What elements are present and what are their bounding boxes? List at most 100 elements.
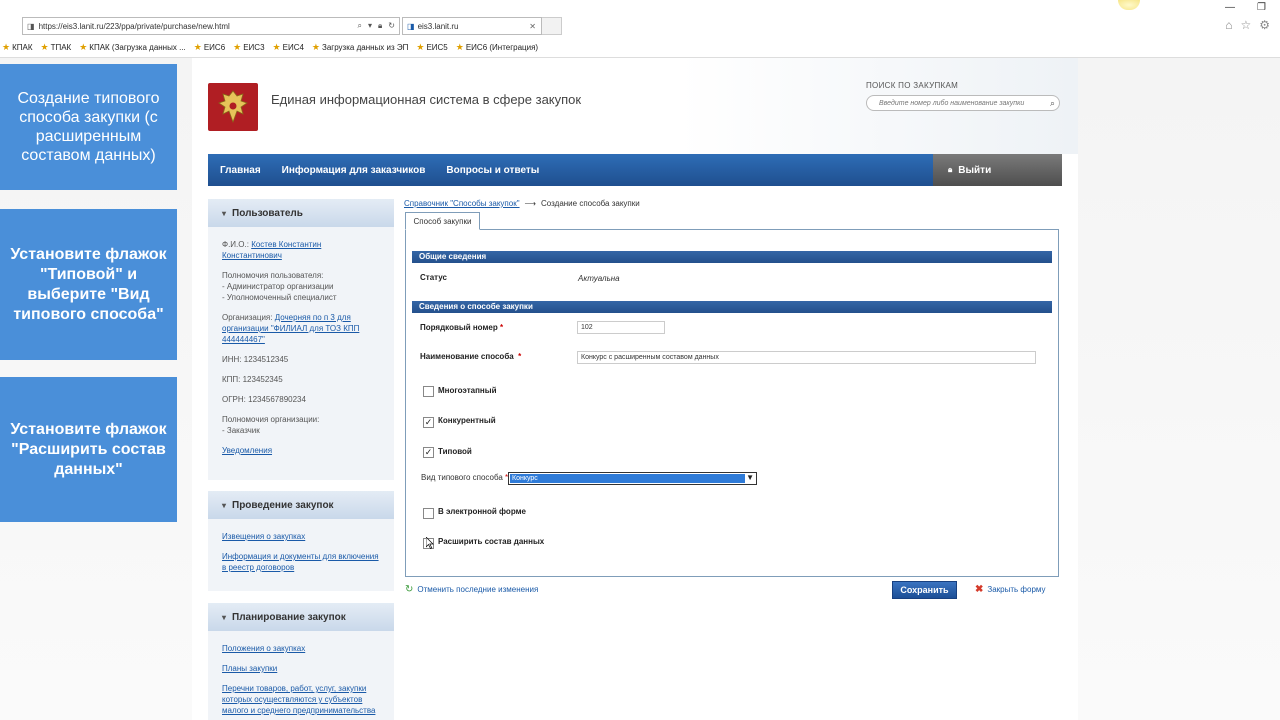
save-button[interactable]: Сохранить bbox=[892, 581, 957, 599]
lock-icon[interactable]: ▾ bbox=[368, 21, 372, 31]
electronic-label: В электронной форме bbox=[438, 507, 526, 516]
sidebar-planning-header[interactable]: ▾ Планирование закупок bbox=[208, 603, 394, 631]
favorite-icon: ★ bbox=[193, 41, 202, 52]
favorite-icon: ★ bbox=[455, 41, 464, 52]
close-form-label: Закрыть форму bbox=[987, 585, 1046, 594]
electronic-checkbox[interactable] bbox=[423, 508, 434, 519]
extend-label: Расширить состав данных bbox=[438, 537, 545, 546]
type-select[interactable]: Конкурс ▼ bbox=[508, 472, 757, 485]
section-general: Общие сведения bbox=[412, 251, 1052, 263]
status-value: Актуальна bbox=[578, 274, 620, 283]
logout-button[interactable]: 🔒︎ Выйти bbox=[933, 154, 1062, 186]
mouse-cursor-icon bbox=[426, 537, 434, 549]
favorite-icon: ★ bbox=[416, 41, 425, 52]
typical-label: Типовой bbox=[438, 447, 472, 456]
undo-link[interactable]: ↻ Отменить последние изменения bbox=[405, 584, 538, 595]
minimize-icon[interactable]: — bbox=[1225, 2, 1235, 13]
favorite-label: ТПАК bbox=[50, 42, 72, 52]
site-icon: ◨ bbox=[27, 21, 35, 31]
multistage-checkbox[interactable] bbox=[423, 386, 434, 397]
status-label: Статус bbox=[420, 273, 447, 282]
browser-tools: ⌂ ☆ ⚙ bbox=[1225, 18, 1270, 32]
required-mark: * bbox=[518, 352, 522, 361]
notifications-link[interactable]: Уведомления bbox=[222, 446, 272, 455]
home-icon[interactable]: ⌂ bbox=[1225, 18, 1232, 32]
instruction-text: Установите флажок "Расширить состав данн… bbox=[10, 420, 167, 478]
multistage-label: Многоэтапный bbox=[438, 386, 497, 395]
sidebar-planning-title: Планирование закупок bbox=[232, 611, 346, 623]
favorite-item[interactable]: ★ ТПАК bbox=[40, 42, 71, 53]
favorite-item[interactable]: ★ КПАК bbox=[2, 42, 32, 53]
favorite-item[interactable]: ★ ЕИС3 bbox=[233, 42, 264, 53]
search-icon[interactable]: ⌕ bbox=[358, 21, 362, 31]
favorite-icon: ★ bbox=[79, 41, 88, 52]
sidebar-planning-body: Положения о закупках Планы закупки Переч… bbox=[208, 631, 394, 720]
sidebar-procurement-body: Извещения о закупках Информация и докуме… bbox=[208, 519, 394, 591]
lock-icon-2[interactable]: 🔒︎ bbox=[378, 21, 382, 31]
nav-item-faq[interactable]: Вопросы и ответы bbox=[446, 165, 539, 176]
sidebar-procurement-header[interactable]: ▾ Проведение закупок bbox=[208, 491, 394, 519]
undo-icon: ↻ bbox=[405, 584, 414, 595]
sidebar-link[interactable]: Планы закупки bbox=[222, 664, 277, 673]
competitive-checkbox[interactable]: ✓ bbox=[423, 417, 434, 428]
nav-item-customers[interactable]: Информация для заказчиков bbox=[282, 165, 426, 176]
instruction-text: Установите флажок "Типовой" и выберите "… bbox=[10, 245, 167, 323]
main-nav: Главная Информация для заказчиков Вопрос… bbox=[208, 154, 933, 186]
tab-favicon: ◨ bbox=[407, 21, 415, 31]
close-form-link[interactable]: ✖ Закрыть форму bbox=[975, 584, 1046, 595]
sidebar-link[interactable]: Перечни товаров, работ, услуг, закупки к… bbox=[222, 684, 375, 715]
sidebar-link[interactable]: Положения о закупках bbox=[222, 644, 305, 653]
favorite-label: ЕИС6 bbox=[203, 42, 226, 52]
lock-icon: 🔒︎ bbox=[948, 165, 953, 174]
sidebar-user-header[interactable]: ▾ Пользователь bbox=[208, 199, 394, 227]
favorite-item[interactable]: ★ КПАК (Загрузка данных ... bbox=[79, 42, 186, 53]
order-field[interactable]: 102 bbox=[577, 321, 665, 334]
breadcrumb-link[interactable]: Справочник "Способы закупок" bbox=[404, 199, 520, 208]
favorite-icon: ★ bbox=[2, 41, 11, 52]
address-bar[interactable]: ◨ https://eis3.lanit.ru/223/ppa/private/… bbox=[22, 17, 400, 35]
org-label: Организация: bbox=[222, 313, 273, 322]
favorite-item[interactable]: ★ Загрузка данных из ЭП bbox=[312, 42, 408, 53]
instruction-step-3: Установите флажок "Расширить состав данн… bbox=[0, 377, 177, 522]
sidebar-procurement-title: Проведение закупок bbox=[232, 499, 334, 511]
favorite-item[interactable]: ★ ЕИС4 bbox=[273, 42, 304, 53]
sidebar-user-body: Ф.И.О.: Костев Константин Константинович… bbox=[208, 227, 394, 480]
window-controls: — ❐ bbox=[1225, 2, 1266, 13]
favorite-icon: ★ bbox=[40, 41, 49, 52]
favorite-label: КПАК bbox=[12, 42, 33, 52]
restore-icon[interactable]: ❐ bbox=[1257, 2, 1266, 13]
type-select-value: Конкурс bbox=[510, 474, 745, 483]
favorite-label: КПАК (Загрузка данных ... bbox=[89, 42, 186, 52]
typical-checkbox[interactable]: ✓ bbox=[423, 447, 434, 458]
sidebar-link[interactable]: Информация и документы для включения в р… bbox=[222, 552, 379, 572]
favorite-label: Загрузка данных из ЭП bbox=[322, 42, 409, 52]
star-icon[interactable]: ☆ bbox=[1240, 18, 1251, 32]
favorite-item[interactable]: ★ ЕИС6 (Интеграция) bbox=[456, 42, 538, 53]
favorite-item[interactable]: ★ ЕИС6 bbox=[194, 42, 225, 53]
close-tab-icon[interactable]: ✕ bbox=[529, 22, 541, 31]
tab-title: eis3.lanit.ru bbox=[417, 21, 459, 31]
search-placeholder: Введите номер либо наименование закупки bbox=[879, 99, 1025, 107]
favorite-label: ЕИС5 bbox=[426, 42, 448, 52]
name-field[interactable]: Конкурс с расширенным составом данных bbox=[577, 351, 1036, 364]
chevron-down-icon: ▾ bbox=[222, 208, 227, 218]
search-input[interactable]: Введите номер либо наименование закупки … bbox=[866, 95, 1060, 111]
emblem-icon bbox=[208, 83, 258, 131]
tab-method[interactable]: Способ закупки bbox=[405, 212, 480, 230]
order-label: Порядковый номер * bbox=[420, 323, 503, 332]
favorite-icon: ★ bbox=[233, 41, 242, 52]
chevron-down-icon: ▾ bbox=[222, 612, 227, 622]
favorite-label: ЕИС4 bbox=[282, 42, 304, 52]
favorite-icon: ★ bbox=[272, 41, 281, 52]
new-tab-button[interactable] bbox=[542, 17, 562, 35]
competitive-label: Конкурентный bbox=[438, 416, 496, 425]
gear-icon[interactable]: ⚙ bbox=[1259, 18, 1270, 32]
nav-item-home[interactable]: Главная bbox=[220, 165, 261, 176]
powers-label: Полномочия пользователя: bbox=[222, 271, 324, 280]
undo-label[interactable]: Отменить последние изменения bbox=[417, 585, 538, 594]
refresh-icon[interactable]: ↻ bbox=[388, 21, 395, 31]
sidebar-link[interactable]: Извещения о закупках bbox=[222, 532, 305, 541]
favorite-item[interactable]: ★ ЕИС5 bbox=[416, 42, 447, 53]
browser-tab[interactable]: ◨ eis3.lanit.ru ✕ bbox=[402, 17, 542, 35]
search-icon[interactable]: ⌕ bbox=[1050, 98, 1059, 109]
